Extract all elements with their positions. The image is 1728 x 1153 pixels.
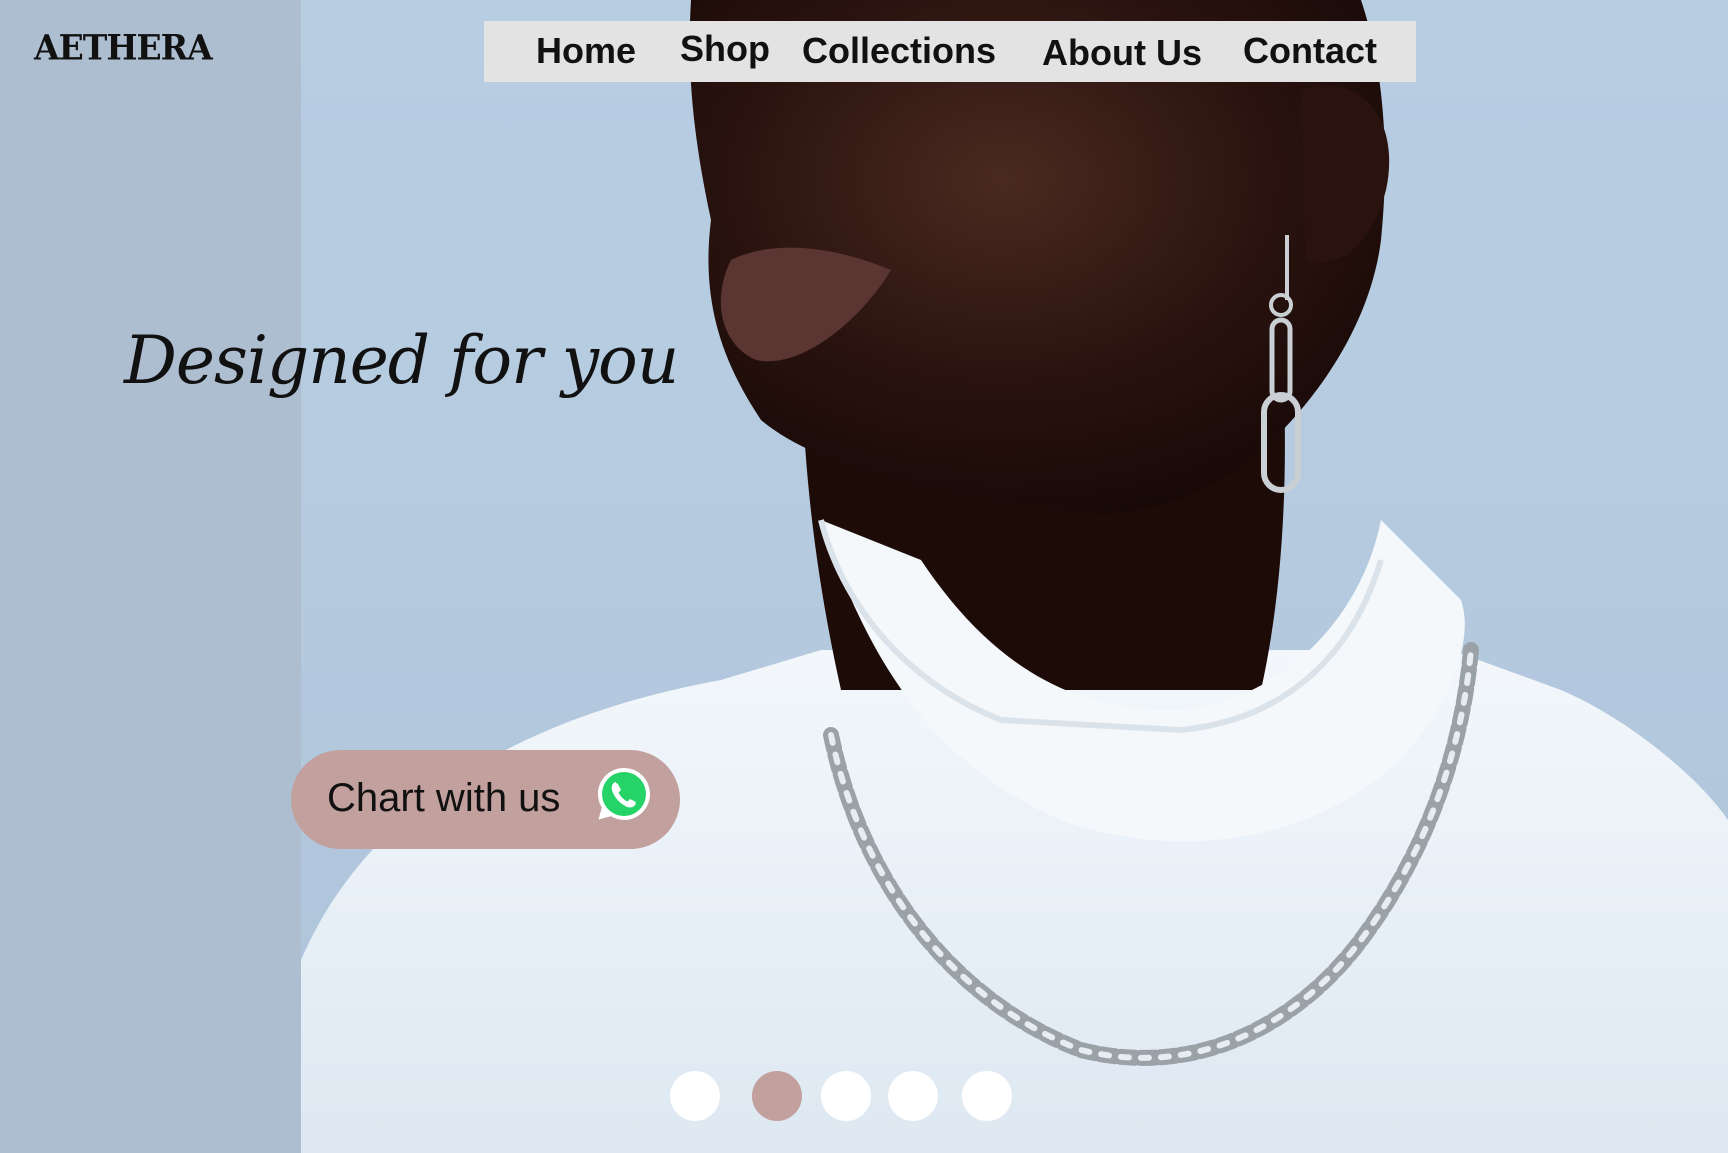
carousel-dot-5[interactable] bbox=[962, 1071, 1012, 1121]
nav-shop-link[interactable]: Shop bbox=[680, 28, 770, 70]
chat-with-us-button[interactable]: Chart with us bbox=[291, 750, 680, 849]
nav-home-link[interactable]: Home bbox=[536, 30, 636, 72]
landing-page: AETHERA Home Shop Collections About Us C… bbox=[0, 0, 1728, 1153]
carousel-dot-1[interactable] bbox=[670, 1071, 720, 1121]
carousel-indicators bbox=[0, 1071, 1728, 1121]
nav-contact-link[interactable]: Contact bbox=[1243, 30, 1377, 72]
hero-image bbox=[301, 0, 1728, 1153]
nav-about-us-link[interactable]: About Us bbox=[1042, 32, 1202, 74]
nav-collections-link[interactable]: Collections bbox=[802, 30, 996, 72]
top-navigation: Home Shop Collections About Us Contact bbox=[484, 21, 1416, 82]
carousel-dot-3[interactable] bbox=[821, 1071, 871, 1121]
carousel-dot-2-active[interactable] bbox=[752, 1071, 802, 1121]
hero-tagline: Designed for you bbox=[124, 322, 679, 399]
whatsapp-icon bbox=[598, 768, 650, 820]
brand-logo[interactable]: AETHERA bbox=[34, 27, 213, 68]
chat-button-label: Chart with us bbox=[327, 776, 561, 820]
carousel-dot-4[interactable] bbox=[888, 1071, 938, 1121]
